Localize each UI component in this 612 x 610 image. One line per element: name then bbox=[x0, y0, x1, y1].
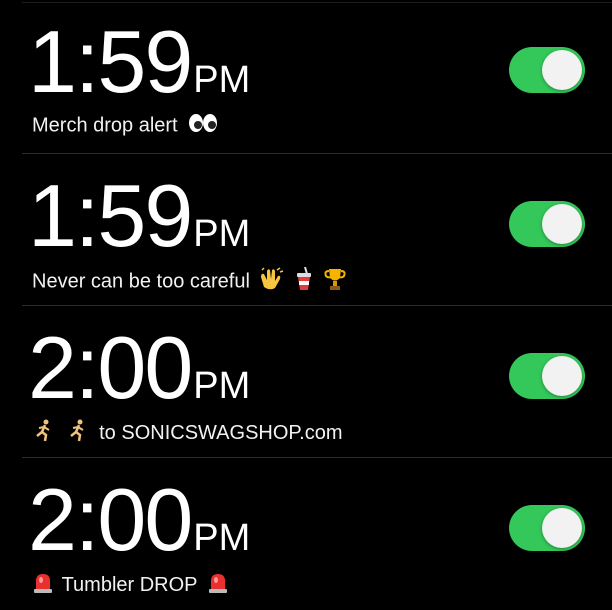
alarm-row[interactable]: 2:00PM Tumbler DROP bbox=[0, 458, 612, 610]
cup-with-straw-icon bbox=[295, 266, 313, 297]
clapping-hands-icon bbox=[259, 267, 285, 297]
eyes-icon bbox=[187, 113, 219, 139]
alarm-time-digits: 2:00 bbox=[28, 470, 193, 569]
alarm-time: 2:00PM bbox=[28, 476, 250, 564]
toggle-knob bbox=[542, 356, 582, 396]
siren-icon bbox=[32, 571, 54, 601]
alarm-toggle[interactable] bbox=[509, 353, 585, 399]
alarm-time: 1:59PM bbox=[28, 18, 250, 106]
alarm-label: Merch drop alert bbox=[32, 113, 219, 139]
alarm-toggle[interactable] bbox=[509, 505, 585, 551]
toggle-knob bbox=[542, 508, 582, 548]
alarm-row[interactable]: 1:59PM Merch drop alert bbox=[0, 0, 612, 152]
toggle-knob bbox=[542, 50, 582, 90]
runner-icon bbox=[66, 419, 90, 449]
siren-icon bbox=[207, 571, 229, 601]
trophy-icon bbox=[323, 267, 347, 297]
alarm-time-digits: 2:00 bbox=[28, 318, 193, 417]
runner-icon bbox=[32, 419, 56, 449]
alarm-time-ampm: PM bbox=[193, 59, 251, 101]
alarm-label: Never can be too careful bbox=[32, 266, 347, 297]
alarm-list: 1:59PM Merch drop alert 1:59PM Never can… bbox=[0, 0, 612, 606]
alarm-toggle[interactable] bbox=[509, 201, 585, 247]
alarm-row[interactable]: 1:59PM Never can be too careful bbox=[0, 154, 612, 306]
alarm-label: Tumbler DROP bbox=[32, 571, 229, 601]
alarm-toggle[interactable] bbox=[509, 47, 585, 93]
alarm-time-ampm: PM bbox=[193, 517, 251, 559]
alarm-time-digits: 1:59 bbox=[28, 12, 193, 111]
alarm-label-text: to SONICSWAGSHOP.com bbox=[99, 422, 343, 445]
alarm-label-text: Tumbler DROP bbox=[61, 574, 198, 597]
alarm-time-digits: 1:59 bbox=[28, 166, 193, 265]
alarm-time-ampm: PM bbox=[193, 365, 251, 407]
alarm-time: 2:00PM bbox=[28, 324, 250, 412]
alarm-label-text: Never can be too careful bbox=[32, 270, 250, 293]
alarm-time-ampm: PM bbox=[193, 213, 251, 255]
toggle-knob bbox=[542, 204, 582, 244]
alarm-row[interactable]: 2:00PM to SONICSWAGSHOP.com bbox=[0, 306, 612, 458]
alarm-label: to SONICSWAGSHOP.com bbox=[32, 419, 343, 449]
alarm-time: 1:59PM bbox=[28, 172, 250, 260]
alarm-label-text: Merch drop alert bbox=[32, 114, 178, 137]
